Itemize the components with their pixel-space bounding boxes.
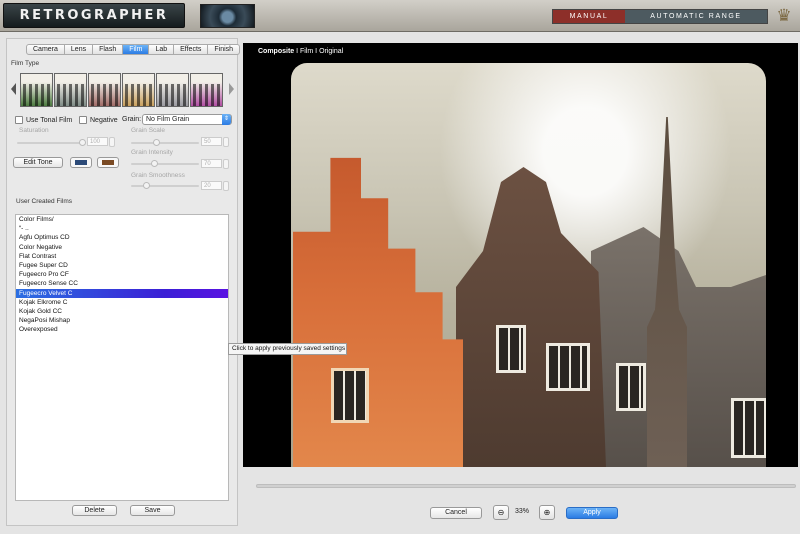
list-item[interactable]: Color Negative [16, 243, 228, 252]
edit-tone-button[interactable]: Edit Tone [13, 157, 63, 168]
zoom-in-icon[interactable]: ⊕ [539, 505, 555, 520]
film-thumbnails [20, 73, 223, 107]
use-tonal-film-checkbox[interactable]: Use Tonal Film [15, 116, 72, 124]
tab-bar: Camera Lens Flash Film Lab Effects Finish [26, 44, 241, 55]
preview-scrollbar[interactable] [256, 484, 796, 488]
slider-knob[interactable] [151, 160, 158, 167]
slider-knob[interactable] [143, 182, 150, 189]
grain-intensity-slider[interactable] [131, 160, 199, 167]
scroll-right-icon[interactable] [229, 83, 234, 95]
tab-flash[interactable]: Flash [93, 44, 124, 55]
manual-mode-button[interactable]: MANUAL [553, 10, 625, 23]
list-item[interactable]: Kojak Gold CC [16, 307, 228, 316]
cancel-button[interactable]: Cancel [430, 507, 482, 519]
slider-knob[interactable] [153, 139, 160, 146]
list-item[interactable]: Fugee Super CD [16, 261, 228, 270]
photo-window [546, 343, 590, 391]
camera-thumbnail[interactable] [200, 4, 255, 28]
view-film[interactable]: Film [300, 48, 313, 55]
film-thumbnail[interactable] [190, 73, 223, 107]
tab-lab[interactable]: Lab [149, 44, 175, 55]
use-tonal-film-label: Use Tonal Film [26, 116, 73, 124]
grain-intensity-stepper[interactable] [223, 159, 229, 169]
film-thumbnail[interactable] [122, 73, 155, 107]
photo-window [616, 363, 646, 411]
view-mode-toggle: Composite I Film I Original [258, 48, 343, 55]
photo-window [331, 368, 369, 423]
tab-finish[interactable]: Finish [208, 44, 241, 55]
grain-smoothness-slider[interactable] [131, 182, 199, 189]
slider-knob[interactable] [79, 139, 86, 146]
grain-scale-value[interactable]: 50 [201, 137, 222, 146]
grain-smoothness-value[interactable]: 20 [201, 181, 222, 190]
list-item[interactable]: Overexposed [16, 325, 228, 334]
save-button[interactable]: Save [130, 505, 175, 516]
photo-building [293, 157, 463, 467]
grain-scale-label: Grain Scale [131, 127, 165, 134]
settings-panel: Camera Lens Flash Film Lab Effects Finish Film… [6, 38, 241, 526]
tab-camera[interactable]: Camera [26, 44, 65, 55]
film-thumbnail[interactable] [20, 73, 53, 107]
photo-building [456, 167, 606, 467]
view-composite[interactable]: Composite [258, 48, 294, 55]
preview-photo [291, 63, 766, 467]
list-item[interactable]: Fugeecro Velvet C [16, 288, 228, 298]
tooltip: Click to apply previously saved settings [228, 343, 347, 355]
zoom-out-icon[interactable]: ⊖ [493, 505, 509, 520]
grain-select-value: No Film Grain [146, 116, 190, 123]
list-item[interactable]: Agfu Optimus CD [16, 233, 228, 242]
film-type-label: Film Type [11, 60, 40, 67]
list-item[interactable]: Kojak Elkrome C [16, 298, 228, 307]
app-logo: RETROGRAPHER [3, 3, 185, 28]
tab-effects[interactable]: Effects [174, 44, 209, 55]
list-item[interactable]: Fugeecro Sense CC [16, 279, 228, 288]
user-films-label: User Created Films [16, 198, 72, 205]
tab-lens[interactable]: Lens [64, 44, 94, 55]
film-type-strip [10, 73, 235, 107]
delete-button[interactable]: Delete [72, 505, 117, 516]
film-thumbnail[interactable] [156, 73, 189, 107]
highlight-color-swatch[interactable] [97, 157, 119, 168]
checkbox-box[interactable] [79, 116, 87, 124]
grain-scale-stepper[interactable] [223, 137, 229, 147]
shadow-color-swatch[interactable] [70, 157, 92, 168]
crown-icon: ♛ [776, 6, 792, 25]
preview-area: Composite I Film I Original [243, 43, 798, 467]
swatch-color [102, 160, 114, 165]
grain-intensity-value[interactable]: 70 [201, 159, 222, 168]
apply-button[interactable]: Apply [566, 507, 618, 519]
tab-film[interactable]: Film [123, 44, 150, 55]
grain-smoothness-label: Grain Smoothness [131, 172, 185, 179]
grain-label: Grain: [122, 116, 142, 123]
grain-scale-slider[interactable] [131, 139, 199, 146]
negative-label: Negative [90, 116, 118, 124]
zoom-level: 33% [515, 508, 530, 515]
negative-checkbox[interactable]: Negative [79, 116, 118, 124]
saturation-label: Saturation [19, 127, 49, 134]
film-thumbnail[interactable] [88, 73, 121, 107]
view-original[interactable]: Original [319, 48, 343, 55]
app-banner: RETROGRAPHER MANUAL AUTOMATIC RANGE ♛ [0, 0, 800, 32]
saturation-slider[interactable] [17, 139, 86, 146]
mode-switch: MANUAL AUTOMATIC RANGE [552, 9, 768, 24]
photo-window [731, 398, 766, 458]
automatic-range-button[interactable]: AUTOMATIC RANGE [625, 10, 767, 23]
select-caret-icon: ⇕ [222, 114, 231, 125]
photo-window [496, 325, 526, 373]
film-thumbnail[interactable] [54, 73, 87, 107]
grain-select[interactable]: No Film Grain ⇕ [142, 114, 232, 125]
list-item[interactable]: NegaPosi Mishap [16, 316, 228, 325]
saturation-stepper[interactable] [109, 137, 115, 147]
user-films-list[interactable]: Color Films/“- .. Agfu Optimus CD Color Ne… [15, 214, 229, 501]
list-item[interactable]: Fugeecro Pro CF [16, 270, 228, 279]
grain-smoothness-stepper[interactable] [223, 181, 229, 191]
list-item[interactable]: “- .. [16, 224, 228, 233]
saturation-value[interactable]: 100 [87, 137, 108, 146]
list-item[interactable]: Flat Contrast [16, 252, 228, 261]
swatch-color [75, 160, 87, 165]
checkbox-box[interactable] [15, 116, 23, 124]
list-item[interactable]: Color Films/ [16, 215, 228, 224]
grain-intensity-label: Grain Intensity [131, 149, 173, 156]
scroll-left-icon[interactable] [11, 83, 16, 95]
